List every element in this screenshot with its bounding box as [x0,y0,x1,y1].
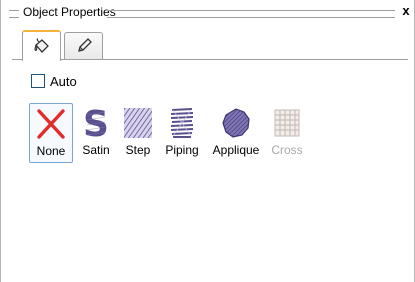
svg-text:S: S [83,106,109,140]
red-x-icon [37,109,65,139]
auto-label[interactable]: Auto [50,74,77,89]
step-fill-icon [124,108,152,138]
stitch-none-label: None [36,144,66,158]
title-grip-left [9,10,19,18]
panel-title: Object Properties [23,5,116,19]
stitch-none-button[interactable]: None [29,103,73,163]
stitch-satin-button[interactable]: S Satin [75,103,117,163]
cross-stitch-icon [274,109,300,137]
stitch-cross-button: Cross [267,103,307,163]
piping-icon [170,108,194,138]
stitch-step-button[interactable]: Step [118,103,158,163]
stitch-applique-label: Applique [212,143,260,157]
paint-bucket-icon [34,38,49,53]
applique-icon [222,108,250,138]
object-properties-panel: Object Properties x Auto None S Satin St… [0,0,415,282]
title-grip-right [107,10,395,18]
tab-outline[interactable] [64,32,103,59]
stitch-piping-button[interactable]: Piping [159,103,205,163]
satin-s-icon: S [83,106,109,140]
stitch-satin-label: Satin [82,143,110,157]
active-tab-gap [23,59,60,60]
stitch-piping-label: Piping [165,143,199,157]
stitch-cross-label: Cross [271,143,303,157]
tab-divider [12,59,408,60]
pencil-icon [78,38,92,52]
panel-title-bar[interactable]: Object Properties x [9,4,412,20]
stitch-step-label: Step [125,143,151,157]
auto-checkbox[interactable] [31,74,45,88]
tab-fill[interactable] [22,30,61,61]
stitch-applique-button[interactable]: Applique [206,103,266,163]
close-icon[interactable]: x [400,4,412,18]
